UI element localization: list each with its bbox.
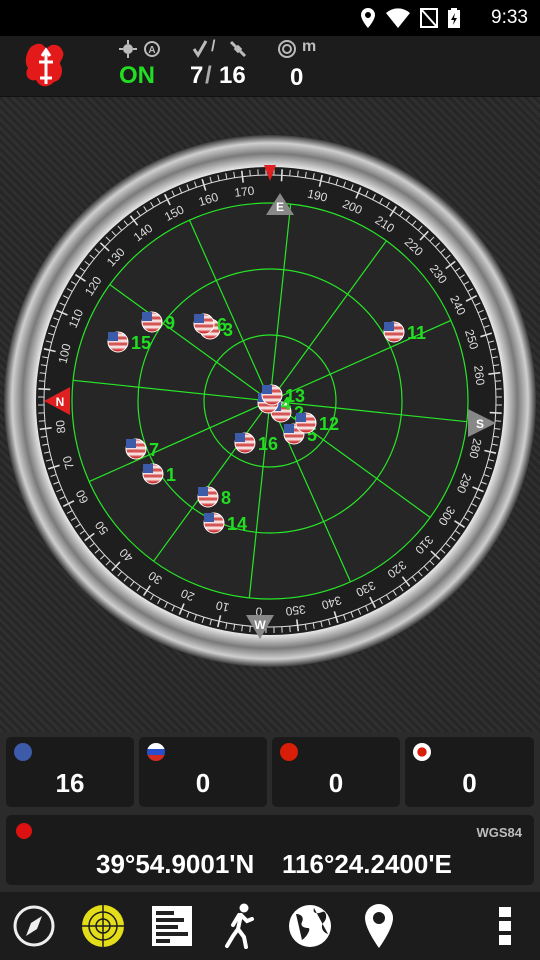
glonass-count-tile[interactable]: 0	[139, 737, 267, 807]
globe-map-icon[interactable]	[286, 902, 334, 950]
latitude: 39°54.9001'N	[96, 849, 255, 879]
qzss-count-tile[interactable]: 0	[405, 737, 534, 807]
beidou-count: 0	[328, 768, 344, 798]
satellite-id: 16	[258, 434, 278, 454]
altitude-icon	[278, 40, 296, 58]
china-flag-icon	[280, 743, 298, 761]
svg-text:E: E	[276, 200, 284, 214]
qzss-count: 0	[462, 768, 477, 798]
satellite-marker[interactable]: 7	[125, 438, 159, 460]
gps-fix-icon	[119, 40, 137, 58]
satellite-marker[interactable]: 9	[141, 311, 175, 333]
satellite-marker[interactable]: 8	[197, 486, 231, 508]
more-menu-icon[interactable]	[481, 902, 529, 950]
beidou-count-tile[interactable]: 0	[272, 737, 400, 807]
longitude: 116°24.2400'E	[282, 849, 452, 879]
checkmark-icon	[192, 40, 208, 58]
satellite-id: 8	[221, 488, 231, 508]
datum-label: WGS84	[476, 825, 522, 840]
satellite-id: 13	[285, 386, 305, 406]
satellite-icon	[229, 40, 247, 58]
svg-text:A: A	[148, 45, 155, 56]
bottom-navigation	[0, 892, 540, 960]
gps-count-tile[interactable]: 16	[6, 737, 134, 807]
svg-text:N: N	[56, 395, 65, 409]
satellite-id: 14	[227, 514, 247, 534]
wifi-icon	[386, 8, 410, 28]
satellite-id: 11	[407, 323, 426, 343]
satellites-total: 16	[219, 62, 246, 89]
altitude-unit: m	[302, 38, 317, 55]
satellite-marker[interactable]: 6	[193, 313, 227, 335]
fix-status: ON	[119, 62, 155, 89]
coordinates-panel[interactable]: WGS84 39°54.9001'N 116°24.2400'E	[6, 815, 534, 885]
degree-label: 80	[53, 419, 69, 434]
signal-bars-icon[interactable]	[148, 902, 196, 950]
satellite-id: 12	[319, 414, 339, 434]
satellites-used: 7	[190, 62, 204, 89]
location-icon	[361, 8, 375, 28]
svg-text:W: W	[254, 618, 266, 632]
satellite-id: 6	[217, 315, 227, 335]
app-logo-icon[interactable]	[24, 42, 68, 90]
glonass-count: 0	[195, 768, 211, 798]
status-bar: 9:33	[0, 0, 540, 36]
satellite-id: 9	[165, 313, 175, 333]
globe-icon	[16, 823, 32, 839]
clock: 9:33	[491, 7, 528, 28]
satellite-radar[interactable]: 01020304050607080100110120130140150160 17…	[0, 97, 540, 732]
satellite-id: 1	[166, 465, 176, 485]
compass-icon[interactable]	[10, 902, 58, 950]
radar-panel: 0 10 20 30 40 50 60 70 80 100 110 120 130 140 150 160 17…	[0, 97, 540, 732]
degree-label: 260	[471, 365, 487, 387]
gps-summary-bar: A / m ON 7 / 16 0	[0, 36, 540, 97]
degree-label: 350	[285, 602, 307, 618]
status-icons	[360, 8, 460, 28]
no-sim-icon	[420, 8, 438, 28]
satellite-id: 7	[149, 440, 159, 460]
header-separator: /	[211, 38, 216, 55]
agps-icon: A	[144, 41, 160, 57]
japan-flag-icon	[413, 743, 431, 761]
gps-count: 16	[55, 768, 85, 798]
russia-flag-icon	[147, 743, 165, 761]
satellite-id: 15	[131, 333, 151, 353]
walking-person-icon[interactable]	[217, 902, 265, 950]
radar-icon[interactable]	[79, 902, 127, 950]
satellites-separator: /	[205, 62, 212, 89]
usa-flag-icon	[14, 743, 32, 761]
battery-charging-icon	[448, 8, 460, 28]
satellite-marker[interactable]: 1	[142, 463, 176, 485]
degree-label: 170	[234, 184, 256, 200]
altitude-value: 0	[290, 64, 304, 91]
svg-text:S: S	[476, 417, 484, 431]
location-pin-icon[interactable]	[355, 902, 403, 950]
